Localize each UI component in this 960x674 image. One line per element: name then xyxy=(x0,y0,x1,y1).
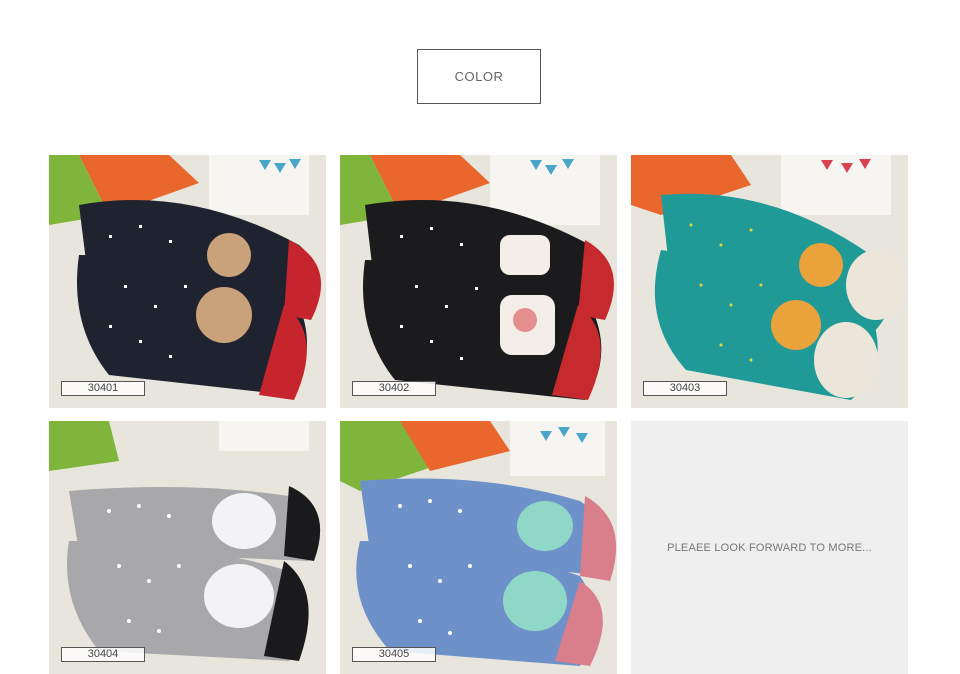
product-tile[interactable]: 30405 xyxy=(340,421,617,674)
product-code-label: 30401 xyxy=(61,381,145,396)
product-code-label: 30402 xyxy=(352,381,436,396)
product-code-label: 30405 xyxy=(352,647,436,662)
product-tile[interactable]: 30401 xyxy=(49,155,326,408)
coming-soon-tile: PLEAEE LOOK FORWARD TO MORE... xyxy=(631,421,908,674)
sock-photo xyxy=(340,155,617,408)
color-section-title: COLOR xyxy=(417,49,541,104)
product-tile[interactable]: 30403 xyxy=(631,155,908,408)
product-code-label: 30403 xyxy=(643,381,727,396)
product-tile[interactable]: 30404 xyxy=(49,421,326,674)
product-tile[interactable]: 30402 xyxy=(340,155,617,408)
sock-photo xyxy=(631,155,908,408)
sock-photo xyxy=(49,155,326,408)
product-code-label: 30404 xyxy=(61,647,145,662)
sock-photo xyxy=(340,421,617,674)
sock-photo xyxy=(49,421,326,674)
coming-soon-text: PLEAEE LOOK FORWARD TO MORE... xyxy=(667,541,872,554)
